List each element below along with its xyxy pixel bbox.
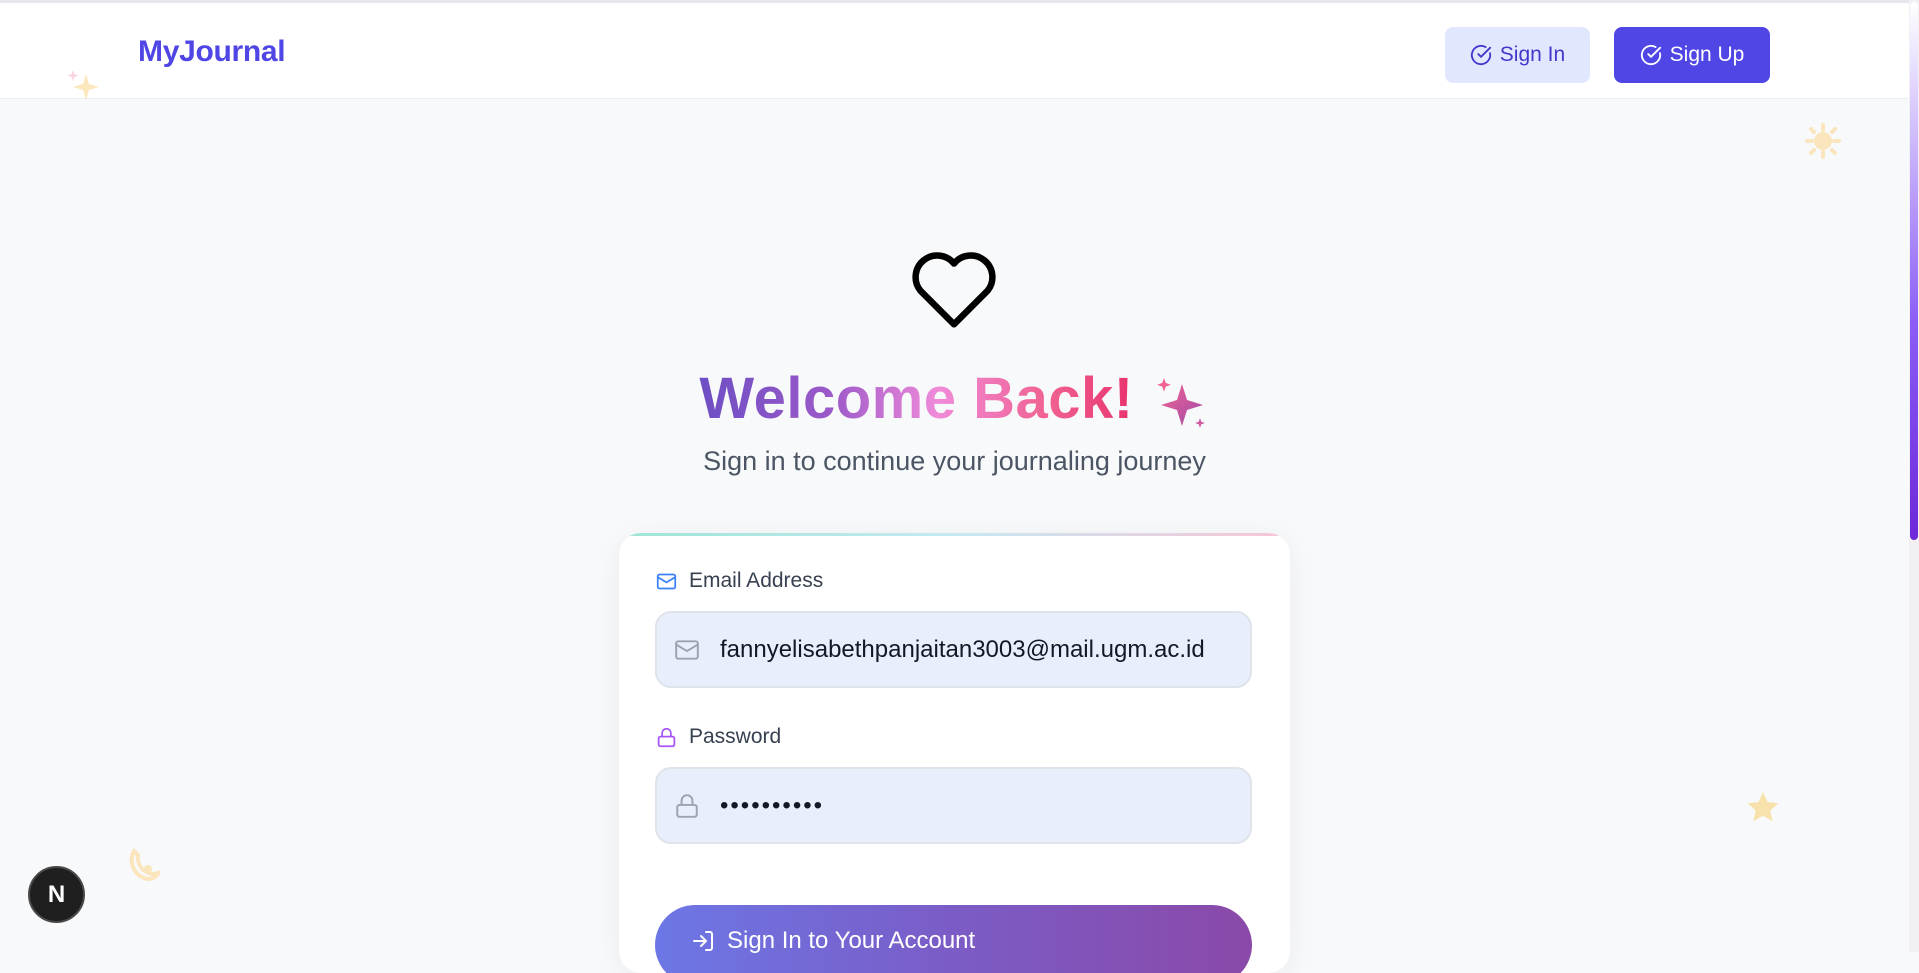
email-label: Email Address [656,569,823,593]
sign-up-label: Sign Up [1669,43,1745,66]
sign-in-button[interactable]: Sign In [1445,27,1590,83]
password-field-value: •••••••••• [720,791,825,819]
password-field[interactable]: •••••••••• [655,767,1252,844]
check-circle-icon [1470,44,1491,66]
mail-icon [656,573,677,589]
sign-up-button[interactable]: Sign Up [1614,27,1770,83]
scrollbar-thumb[interactable] [1910,2,1918,540]
password-label: Password [656,725,781,749]
welcome-title-text: Welcome Back! [699,366,1134,431]
heart-icon [912,252,996,328]
page-subtitle: Sign in to continue your journaling jour… [703,446,1206,476]
moon-icon [129,847,161,882]
star-icon [1747,792,1779,822]
submit-label: Sign In to Your Account [727,927,976,954]
lock-icon [676,793,698,818]
top-navbar: MyJournal Sign In Sign Up [0,0,1909,99]
scrollbar[interactable] [1909,0,1919,952]
page-title: Welcome Back! [0,365,1909,432]
sun-icon [1805,123,1841,159]
sign-in-submit-button[interactable]: Sign In to Your Account [655,905,1252,973]
email-field-value: fannyelisabethpanjaitan3003@mail.ugm.ac.… [720,635,1205,663]
email-field[interactable]: fannyelisabethpanjaitan3003@mail.ugm.ac.… [655,611,1252,688]
email-label-text: Email Address [689,569,824,592]
sparkles-icon [67,70,99,100]
lock-icon [657,727,676,747]
password-label-text: Password [689,725,782,748]
card-accent-bar [619,533,1290,536]
nextjs-dev-badge[interactable]: N [28,866,85,923]
log-in-icon [693,931,713,951]
brand-logo[interactable]: MyJournal [138,35,286,69]
sign-in-label: Sign In [1499,43,1566,66]
sparkles-icon [1156,377,1205,428]
dev-badge-letter: N [47,880,66,908]
check-circle-icon [1640,44,1661,66]
sign-in-card: Email Address fannyelisabethpanjaitan300… [619,533,1290,973]
mail-icon [675,639,699,660]
